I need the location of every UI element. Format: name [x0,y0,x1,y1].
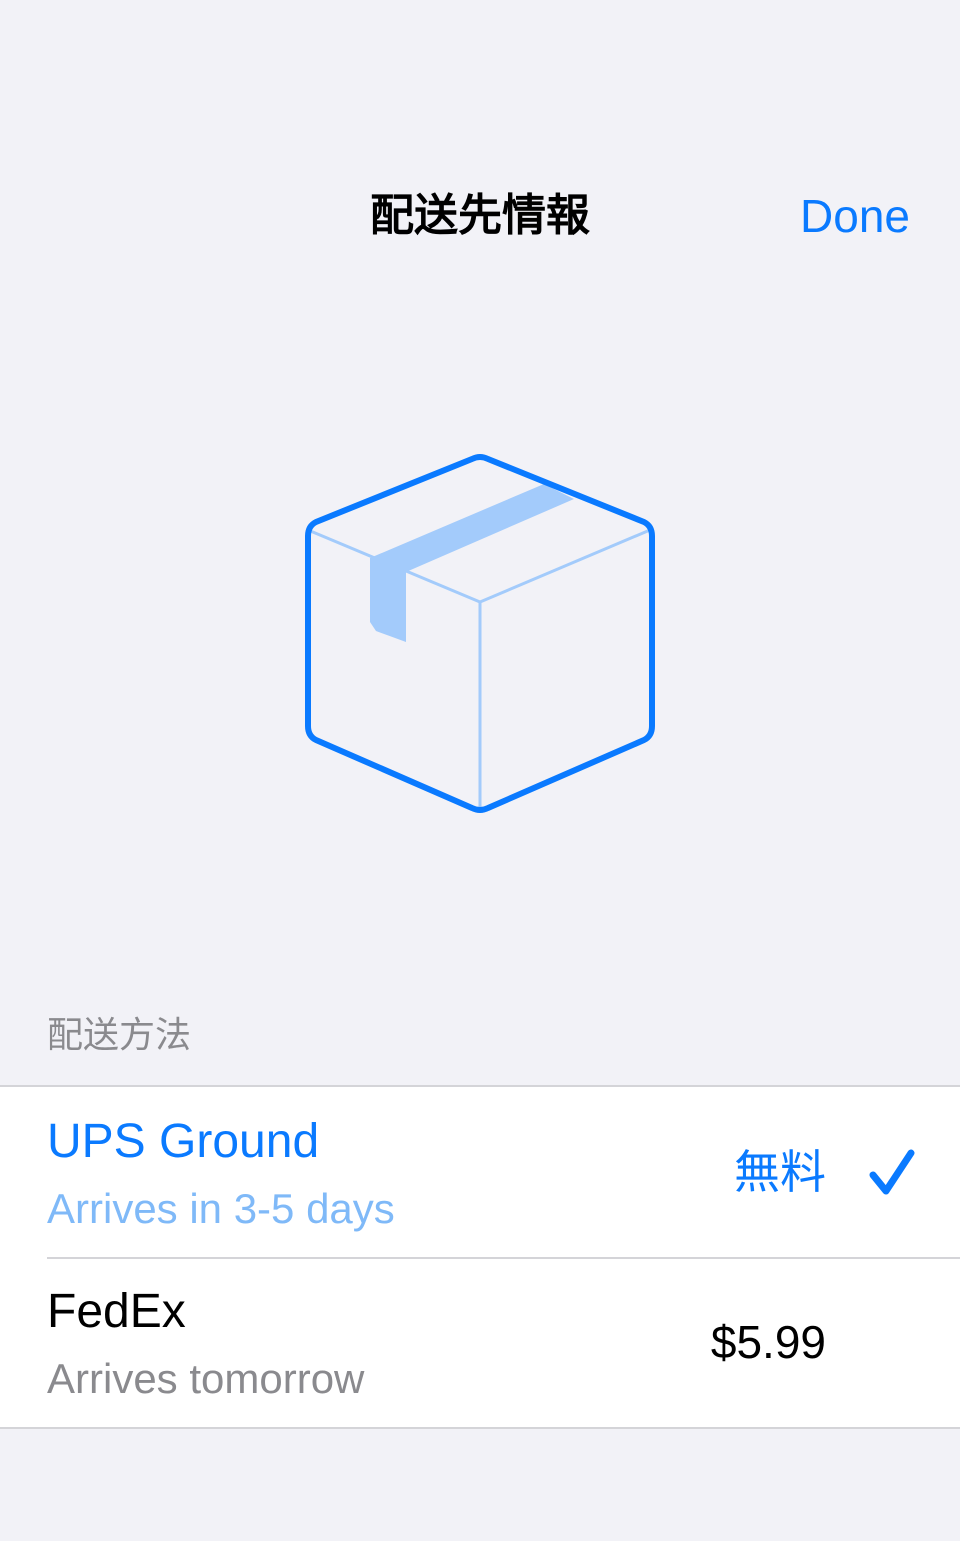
shipping-option-detail: Arrives tomorrow [47,1355,365,1402]
section-header-shipping-method: 配送方法 [47,1015,192,1056]
shipping-option-name: UPS Ground [47,1115,320,1168]
shipping-option-name: FedEx [47,1285,186,1338]
shipping-option-fedex[interactable]: FedEx Arrives tomorrow $5.99 [0,1257,960,1427]
navigation-bar: 配送先情報 Done [0,160,960,272]
checkmark-icon [868,1147,916,1199]
shipping-option-ups-ground[interactable]: UPS Ground Arrives in 3-5 days 無料 [0,1087,960,1257]
shipping-box-icon [300,452,660,816]
shipping-method-list: UPS Ground Arrives in 3-5 days 無料 FedEx … [0,1085,960,1429]
shipping-option-detail: Arrives in 3-5 days [47,1185,395,1232]
shipping-option-price: $5.99 [710,1316,826,1368]
shipping-option-price: 無料 [734,1145,826,1199]
done-button[interactable]: Done [800,186,910,246]
